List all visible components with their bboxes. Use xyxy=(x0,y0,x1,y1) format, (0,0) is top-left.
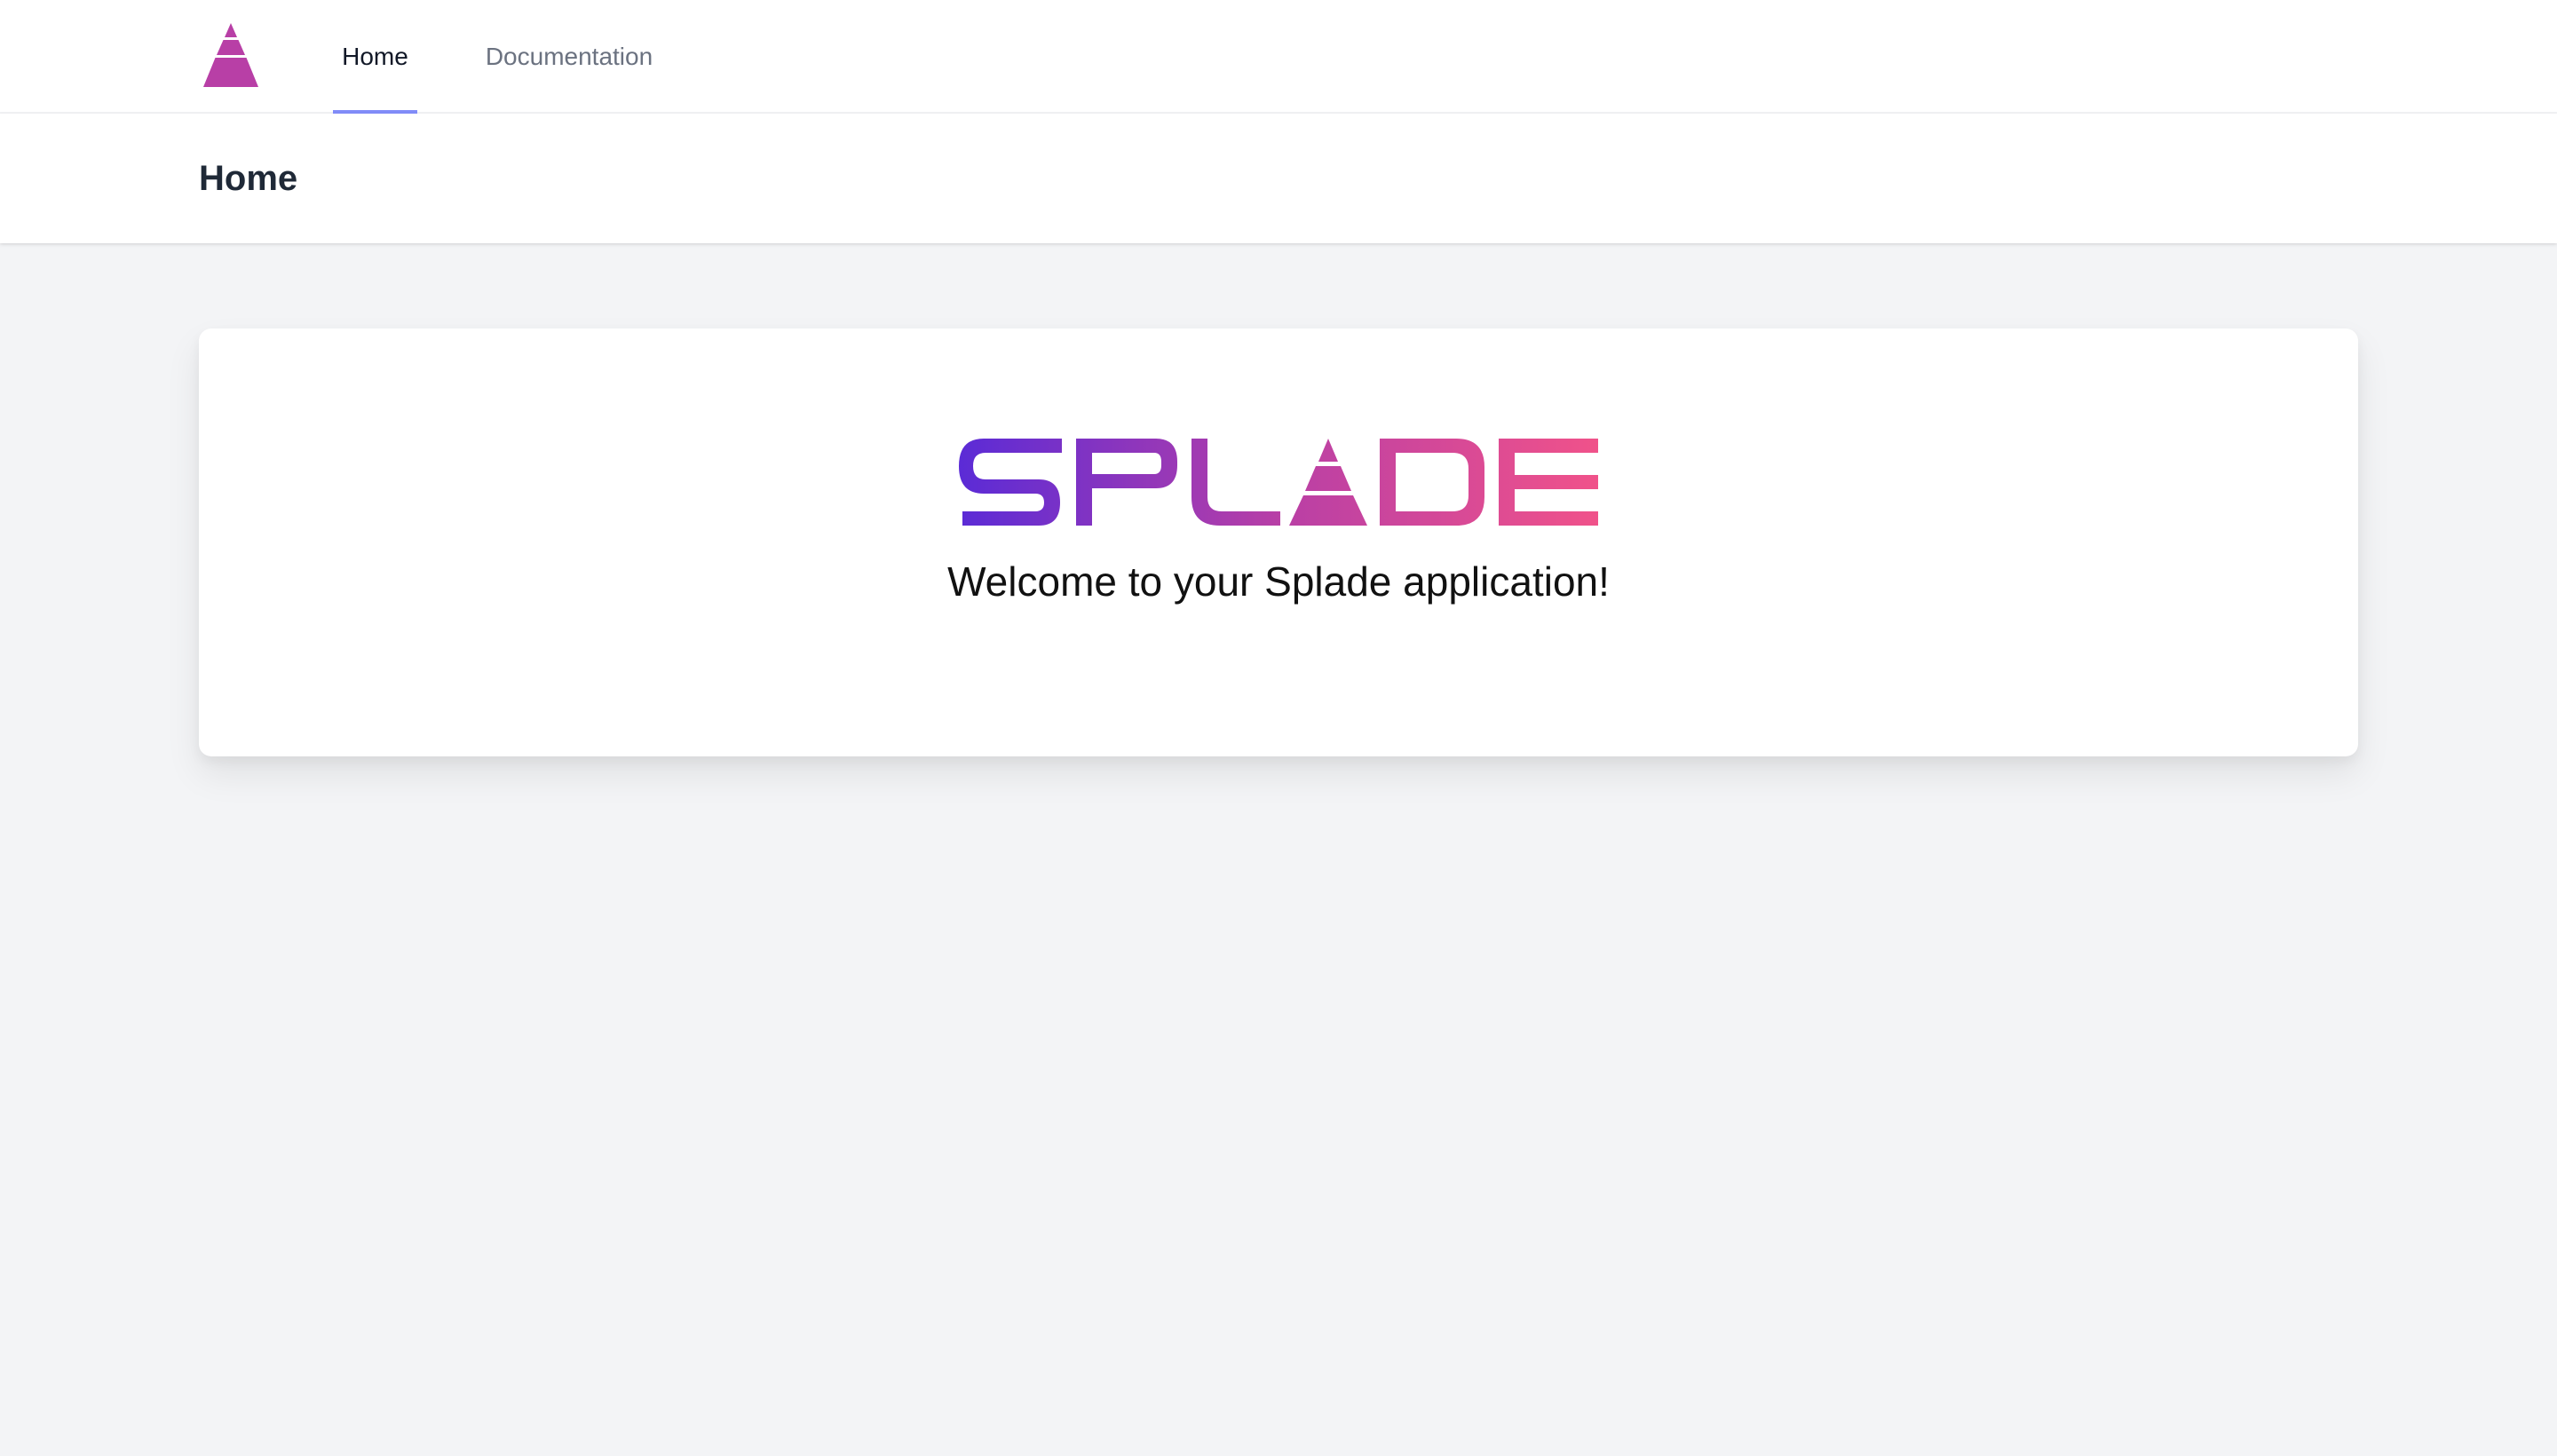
pyramid-icon xyxy=(203,23,258,87)
nav-link-home[interactable]: Home xyxy=(333,0,417,114)
splade-logo-icon[interactable] xyxy=(199,23,263,87)
page-title: Home xyxy=(199,158,298,198)
splade-wordmark-logo xyxy=(959,439,1598,526)
welcome-message: Welcome to your Splade application! xyxy=(947,558,1610,605)
nav-link-documentation[interactable]: Documentation xyxy=(476,0,662,114)
page-header: Home xyxy=(0,114,2557,243)
splade-wordmark-icon xyxy=(959,439,1598,526)
top-navbar: Home Documentation xyxy=(0,0,2557,114)
welcome-card: Welcome to your Splade application! xyxy=(199,328,2358,756)
